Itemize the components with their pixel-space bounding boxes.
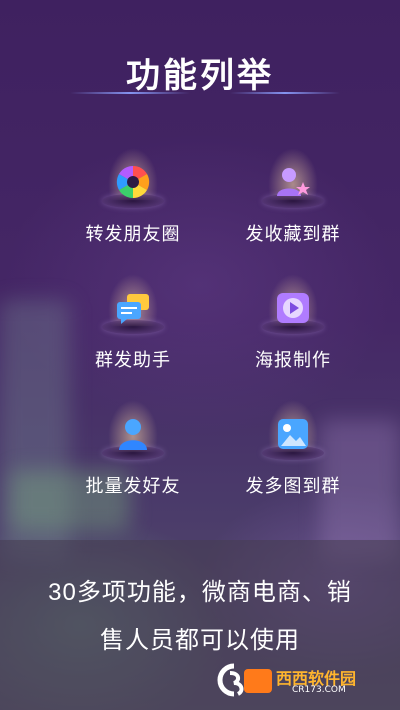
chat-bubbles-icon — [117, 294, 149, 324]
watermark-logo: 西西软件园 CR173.COM — [204, 661, 382, 699]
user-star-icon — [277, 168, 310, 196]
feature-icon-wrap — [258, 274, 328, 334]
watermark-url: CR173.COM — [292, 685, 346, 695]
caption-line-2: 售人员都可以使用 — [100, 627, 300, 654]
feature-icon-wrap — [98, 148, 168, 208]
feature-send-favorites[interactable]: 发收藏到群 — [218, 148, 368, 246]
feature-label: 群发助手 — [95, 350, 171, 370]
title-underline-left — [70, 92, 190, 94]
feature-label: 转发朋友圈 — [85, 224, 181, 244]
image-icon — [278, 419, 308, 449]
feature-poster-making[interactable]: 海报制作 — [218, 274, 368, 372]
feature-label: 发多图到群 — [245, 476, 341, 496]
feature-batch-send-friends[interactable]: 批量发好友 — [58, 400, 208, 498]
person-icon — [119, 419, 147, 450]
feature-label: 发收藏到群 — [245, 224, 341, 244]
feature-label: 海报制作 — [255, 350, 331, 370]
feature-icon-wrap — [98, 274, 168, 334]
feature-icon-wrap — [258, 400, 328, 460]
feature-icon-wrap — [98, 400, 168, 460]
video-play-icon — [277, 293, 309, 323]
feature-mass-send[interactable]: 群发助手 — [58, 274, 208, 372]
feature-forward-moments[interactable]: 转发朋友圈 — [58, 148, 208, 246]
watermark-emblem-icon — [217, 663, 272, 697]
title-underline-right — [230, 92, 340, 94]
feature-label: 批量发好友 — [85, 476, 181, 496]
page-title: 功能列举 — [126, 57, 274, 95]
caption-line-1: 30多项功能，微商电商、销 — [48, 579, 352, 606]
feature-icon-wrap — [258, 148, 328, 208]
aperture-icon — [116, 165, 150, 199]
feature-send-multi-images[interactable]: 发多图到群 — [218, 400, 368, 498]
